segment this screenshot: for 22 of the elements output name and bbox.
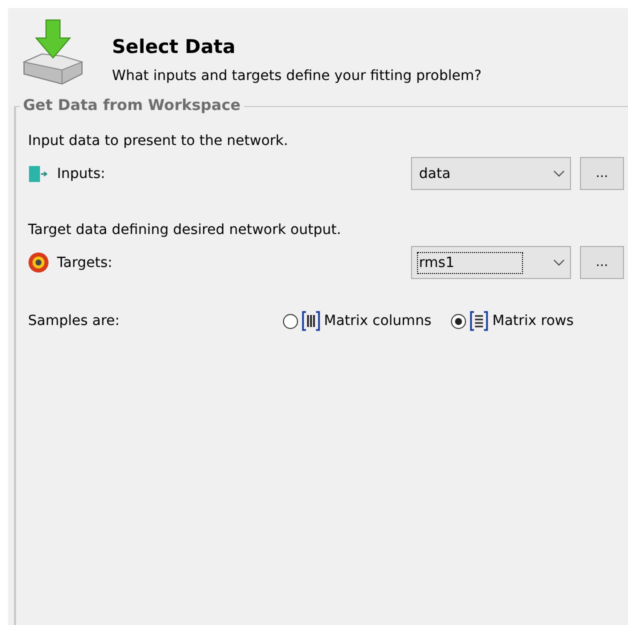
field-description: Target data defining desired network output. (28, 222, 342, 238)
browse-button[interactable]: ... (580, 157, 624, 190)
field-description: Input data to present to the network. (28, 133, 290, 149)
radio-button[interactable] (283, 314, 298, 328)
option-label: Matrix rows (492, 313, 574, 329)
matrix-rows-icon (470, 311, 488, 331)
chevron-down-icon (553, 259, 565, 266)
page-title: Select Data (112, 36, 236, 58)
option-label: Matrix columns (324, 313, 432, 329)
field-label: Targets: (57, 254, 112, 270)
input-arrow-icon (28, 164, 49, 182)
chevron-down-icon (553, 170, 565, 177)
field-label: Inputs: (57, 166, 106, 182)
radio-button[interactable] (451, 314, 466, 328)
group-legend: Get Data from Workspace (20, 96, 244, 114)
page-subtitle: What inputs and targets define your fitting problem? (112, 68, 482, 84)
target-icon (28, 252, 49, 273)
samples-label: Samples are: (28, 313, 121, 329)
matrix-columns-icon (302, 311, 320, 331)
browse-button[interactable]: ... (580, 246, 624, 279)
variable-dropdown[interactable]: data (411, 157, 571, 190)
variable-dropdown[interactable]: rms1 (411, 246, 571, 279)
